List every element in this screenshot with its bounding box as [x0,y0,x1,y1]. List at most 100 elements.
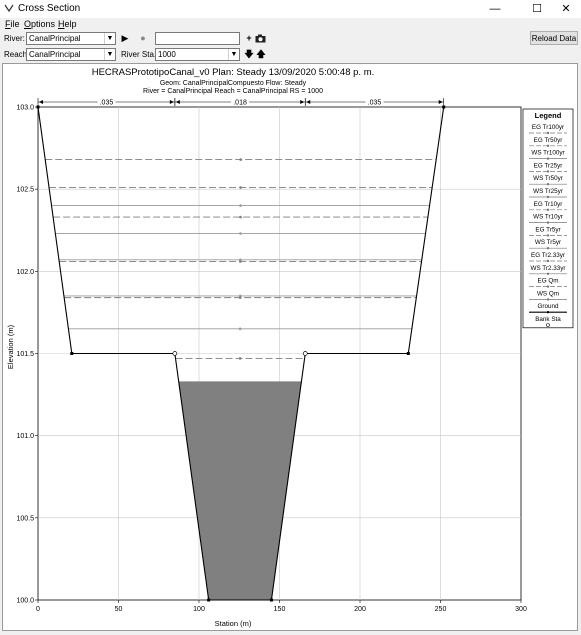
legend-entry-label: WS Tr25yr [533,188,563,195]
ground-point [207,598,211,602]
chart-subtitle-1: Geom: CanalPrincipalCompuesto Flow: Stea… [160,80,307,87]
legend-entry-label: EG Tr10yr [534,201,563,208]
ws-marker [239,204,242,207]
camera-icon[interactable] [253,32,267,45]
legend-marker [546,183,550,186]
river-row: River: CanalPrincipal ▼ ▶ ● + Reload Dat… [0,31,581,47]
legend-marker [546,234,550,237]
app-icon [4,4,14,13]
y-tick-label: 101.0 [16,433,34,440]
mannings-label: .035 [368,100,382,107]
legend-entry-label: WS Qm [537,290,559,297]
legend-marker [546,259,550,263]
record-icon[interactable]: ● [136,32,150,45]
legend-entry-label: EG Tr2.33yr [531,252,565,259]
legend-marker [546,157,550,160]
mannings-arrow [39,100,43,104]
legend-entry-label: Ground [537,303,559,310]
river-sta-value: 1000 [158,50,176,59]
plot-area: HECRASPrototipoCanal_v0 Plan: Steady 13/… [2,63,578,631]
ws-marker [239,260,242,263]
legend-entry-label: Bank Sta [535,316,561,323]
legend-entry-label: EG Tr100yr [532,124,564,131]
legend-marker [546,208,550,211]
reload-data-button[interactable]: Reload Data [530,31,578,45]
legend-marker [546,285,550,288]
legend-entry-label: WS Tr100yr [531,150,564,157]
x-tick-label: 50 [115,606,123,613]
x-tick-label: 300 [515,606,527,613]
legend-sample [546,323,550,327]
chevron-down-icon: ▼ [104,33,115,44]
menu-file[interactable]: File [5,19,20,29]
ws-marker [238,296,242,299]
cross-section-chart: HECRASPrototipoCanal_v0 Plan: Steady 13/… [6,67,574,628]
chart-subtitle-2: River = CanalPrincipal Reach = CanalPrin… [143,88,323,95]
water-fill [178,381,302,600]
river-sta-select[interactable]: 1000 ▼ [155,48,240,61]
legend-marker [546,195,550,199]
legend-entry-label: EG Tr50yr [534,137,563,144]
y-tick-label: 102.5 [16,187,34,194]
y-tick-label: 102.0 [16,269,34,276]
river-select[interactable]: CanalPrincipal ▼ [26,32,116,45]
minimize-icon[interactable]: — [480,1,510,17]
legend-marker [546,272,550,275]
legend-marker [546,298,550,301]
ground-point [406,352,410,355]
legend: Legend EG Tr100yr EG Tr50yr WS Tr100yr EG Tr… [522,108,574,329]
mannings-arrow [438,100,443,104]
mannings-label: .018 [233,100,247,107]
maximize-icon[interactable]: ☐ [522,1,552,17]
reach-row: Reach: CanalPrincipal ▼ River Sta.: 1000… [0,47,581,63]
legend-marker [546,131,550,135]
arrow-up-icon[interactable]: 🡅 [254,48,268,61]
y-tick-label: 100.0 [16,598,34,605]
ws-marker [239,186,242,189]
legend-marker [546,144,550,147]
profile-box[interactable] [155,32,240,45]
bank-station-marker [302,351,308,356]
mannings-arrow [306,100,311,104]
ground-point [269,598,273,602]
x-tick-label: 150 [274,606,286,613]
x-tick-label: 250 [435,606,447,613]
mannings-arrow [169,100,174,104]
legend-title: Legend [535,111,562,120]
legend-entry-label: EG Tr25yr [534,162,563,169]
legend-entry-label: WS Tr2.33yr [531,265,566,272]
reach-select[interactable]: CanalPrincipal ▼ [26,48,116,61]
x-tick-label: 100 [193,606,205,613]
mannings-arrow [175,100,180,104]
ws-marker [239,215,242,219]
ws-marker [239,158,242,161]
chart-title: HECRASPrototipoCanal_v0 Plan: Steady 13/… [92,67,375,78]
legend-entry-label: WS Tr5yr [535,239,561,246]
x-axis-label: Station (m) [215,619,252,628]
mannings-arrow [300,100,305,104]
y-tick-label: 101.5 [16,351,34,358]
play-icon[interactable]: ▶ [118,32,132,45]
chevron-down-icon: ▼ [104,49,115,60]
window-title: Cross Section [18,3,81,14]
mannings-label: .035 [100,100,114,107]
legend-entry-label: EG Qm [538,278,559,285]
legend-marker [546,221,550,224]
menu-help[interactable]: Help [58,19,77,29]
legend-marker [546,311,550,314]
menu-options[interactable]: Options [24,19,55,29]
bank-station-marker [172,351,178,356]
ws-marker [239,232,242,235]
river-sta-label: River Sta.: [121,50,159,59]
legend-marker [546,247,550,250]
legend-entry-label: WS Tr50yr [533,175,563,182]
x-tick-label: 200 [354,606,366,613]
ground-point [70,352,74,355]
ws-marker [238,578,242,582]
y-tick-label: 100.5 [16,515,34,522]
legend-entry-label: EG Tr5yr [535,226,560,233]
x-tick-label: 0 [36,606,40,613]
river-label: River: [4,34,25,43]
close-icon[interactable]: ✕ [551,1,581,17]
y-tick-label: 103.0 [16,105,34,112]
